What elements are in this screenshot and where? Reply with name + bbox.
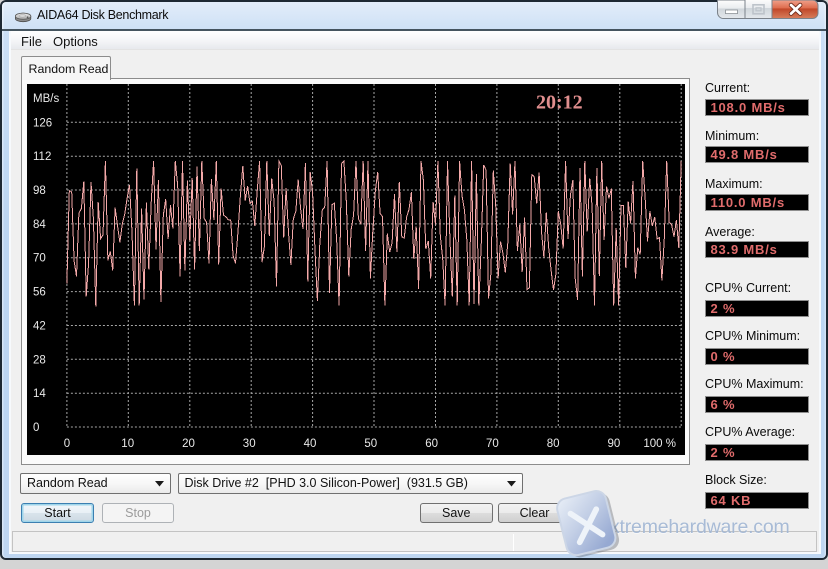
svg-text:MB/s: MB/s	[33, 93, 59, 105]
svg-text:100 %: 100 %	[643, 438, 676, 450]
svg-text:112: 112	[33, 151, 51, 163]
svg-text:56: 56	[33, 287, 46, 299]
svg-text:90: 90	[608, 438, 621, 450]
svg-text:70: 70	[33, 253, 46, 265]
svg-text:98: 98	[33, 185, 46, 197]
svg-text:80: 80	[547, 438, 560, 450]
svg-text:0: 0	[64, 438, 70, 450]
svg-text:70: 70	[486, 438, 499, 450]
svg-text:20: 20	[182, 438, 195, 450]
svg-text:0: 0	[33, 422, 39, 434]
svg-text:42: 42	[33, 321, 46, 333]
svg-text:60: 60	[425, 438, 438, 450]
svg-text:14: 14	[33, 388, 46, 400]
svg-text:50: 50	[364, 438, 377, 450]
svg-text:40: 40	[304, 438, 317, 450]
svg-text:20:12: 20:12	[536, 92, 583, 114]
svg-text:10: 10	[121, 438, 134, 450]
svg-text:28: 28	[33, 354, 46, 366]
svg-text:30: 30	[243, 438, 256, 450]
svg-text:84: 84	[33, 219, 46, 231]
svg-text:126: 126	[33, 117, 52, 129]
